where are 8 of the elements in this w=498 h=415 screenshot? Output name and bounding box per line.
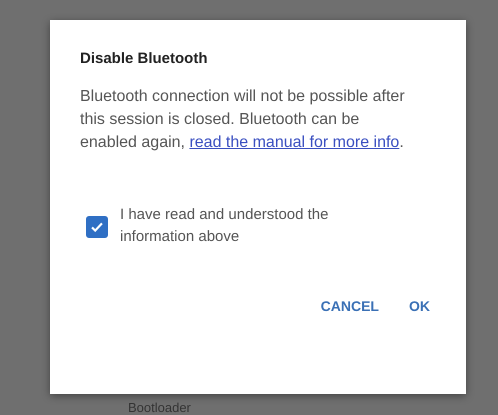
dialog-message: Bluetooth connection will not be possible after this session is closed. Bluetooth can be enabled again, read the manual for more info. bbox=[80, 87, 406, 153]
checkbox[interactable] bbox=[86, 216, 108, 238]
dialog-title: Disable Bluetooth bbox=[80, 50, 209, 67]
dialog-button[interactable]: CANCEL bbox=[312, 290, 387, 322]
background-label: Bootloader bbox=[128, 400, 192, 415]
checkbox-label: I have read and understood the information above bbox=[120, 205, 330, 247]
dialog-button[interactable]: OK bbox=[401, 290, 438, 322]
manual-link[interactable]: read the manual for more info bbox=[189, 134, 400, 151]
